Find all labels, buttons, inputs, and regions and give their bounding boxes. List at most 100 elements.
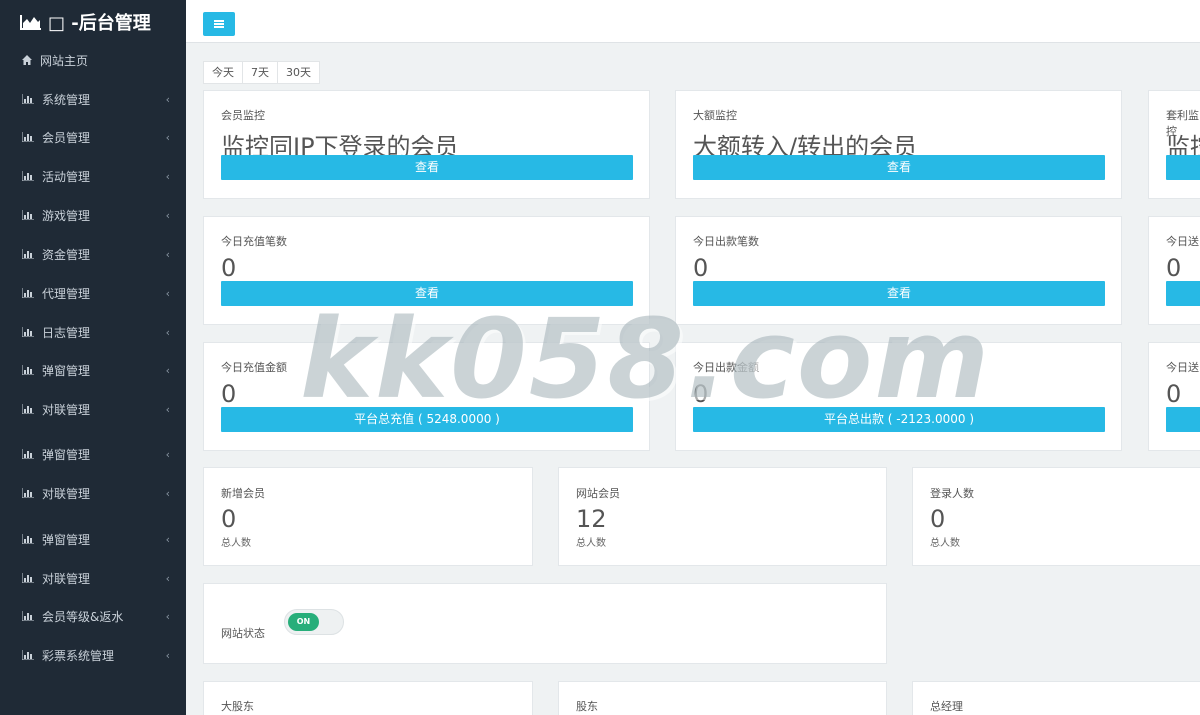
card-value: 0 (1166, 254, 1182, 282)
card-label: 今日出款金额 (693, 361, 759, 374)
sidebar-item-label: 彩票系统管理 (42, 648, 115, 663)
view-button[interactable]: 查看 (693, 281, 1105, 306)
chevron-left-icon: ‹ (165, 609, 170, 623)
view-button[interactable] (1166, 281, 1200, 306)
sidebar-item-system[interactable]: 系统管理 ‹ (0, 80, 186, 118)
view-button[interactable]: 查看 (221, 155, 633, 180)
deposit-count-card: 今日充值笔数 0 查看 (203, 216, 650, 325)
sidebar-item-label: 对联管理 (42, 571, 91, 586)
card-label: 登录人数 (930, 487, 974, 500)
menu-toggle-button[interactable] (203, 12, 235, 36)
gift-amount-card: 今日送 0 (1148, 342, 1200, 451)
sidebar-item-popups-2[interactable]: 弹窗管理 ‹ (0, 435, 186, 473)
view-button[interactable]: 查看 (221, 281, 633, 306)
chevron-left-icon: ‹ (165, 486, 170, 500)
site-status-card: 网站状态 ON (203, 583, 887, 664)
chevron-left-icon: ‹ (165, 648, 170, 662)
bar-chart-icon (22, 249, 34, 259)
brand[interactable]: □ -后台管理 (0, 0, 186, 44)
view-button[interactable] (1166, 407, 1200, 432)
sidebar-item-couplets-3[interactable]: 对联管理 ‹ (0, 559, 186, 597)
sidebar: □ -后台管理 网站主页 系统管理 ‹ 会员管理 ‹ 活动管理 ‹ 游戏管理 ‹… (0, 0, 186, 715)
view-button[interactable]: 查看 (693, 155, 1105, 180)
deposit-amount-card: 今日充值金额 0 平台总充值 ( 5248.0000 ) (203, 342, 650, 451)
sidebar-item-logs[interactable]: 日志管理 ‹ (0, 313, 186, 351)
site-status-toggle[interactable]: ON (284, 609, 344, 635)
large-amount-monitor-card: 大额监控 大额转入/转出的会员 查看 (675, 90, 1122, 199)
topbar (186, 0, 1200, 43)
chevron-left-icon: ‹ (165, 286, 170, 300)
card-value: 0 (693, 380, 709, 408)
chevron-left-icon: ‹ (165, 247, 170, 261)
sidebar-item-games[interactable]: 游戏管理 ‹ (0, 196, 186, 234)
card-label: 股东 (576, 700, 598, 713)
bar-chart-icon (22, 132, 34, 142)
card-label: 网站状态 (221, 627, 265, 640)
sidebar-item-funds[interactable]: 资金管理 ‹ (0, 235, 186, 273)
sidebar-item-label: 资金管理 (42, 247, 91, 262)
sidebar-item-label: 对联管理 (42, 486, 91, 501)
shareholder-card: 股东 (558, 681, 887, 715)
card-label: 今日送 (1166, 361, 1199, 374)
card-label: 会员监控 (221, 109, 265, 122)
sidebar-item-couplets-2[interactable]: 对联管理 ‹ (0, 474, 186, 512)
bar-chart-icon (22, 288, 34, 298)
sidebar-item-label: 会员管理 (42, 130, 91, 145)
sidebar-item-label: 弹窗管理 (42, 363, 91, 378)
brand-title: □ -后台管理 (48, 13, 151, 34)
card-value: 0 (221, 254, 237, 282)
chevron-left-icon: ‹ (165, 130, 170, 144)
sidebar-item-agents[interactable]: 代理管理 ‹ (0, 274, 186, 312)
sidebar-item-lottery[interactable]: 彩票系统管理 ‹ (0, 636, 186, 674)
home-icon (22, 55, 32, 65)
sidebar-item-members[interactable]: 会员管理 ‹ (0, 118, 186, 156)
total-deposit-button[interactable]: 平台总充值 ( 5248.0000 ) (221, 407, 633, 432)
card-sub: 总人数 (576, 538, 606, 549)
bar-chart-icon (22, 210, 34, 220)
gift-count-card: 今日送 0 (1148, 216, 1200, 325)
card-label: 总经理 (930, 700, 963, 713)
bar-chart-icon (22, 488, 34, 498)
card-value: 0 (1166, 380, 1182, 408)
chevron-left-icon: ‹ (165, 363, 170, 377)
bar-chart-icon (22, 365, 34, 375)
sidebar-item-label: 弹窗管理 (42, 532, 91, 547)
sidebar-item-member-levels[interactable]: 会员等级&返水 ‹ (0, 597, 186, 635)
bar-chart-icon (22, 449, 34, 459)
sidebar-item-activities[interactable]: 活动管理 ‹ (0, 157, 186, 195)
chevron-left-icon: ‹ (165, 402, 170, 416)
sidebar-item-couplets[interactable]: 对联管理 ‹ (0, 390, 186, 428)
sidebar-item-popups[interactable]: 弹窗管理 ‹ (0, 351, 186, 389)
sidebar-item-home[interactable]: 网站主页 (0, 41, 186, 79)
card-sub: 总人数 (930, 538, 960, 549)
general-manager-card: 总经理 (912, 681, 1200, 715)
total-withdraw-button[interactable]: 平台总出款 ( -2123.0000 ) (693, 407, 1105, 432)
hamburger-icon (214, 20, 224, 28)
site-members-card: 网站会员 12 总人数 (558, 467, 887, 566)
chevron-left-icon: ‹ (165, 571, 170, 585)
member-monitor-card: 会员监控 监控同IP下登录的会员 查看 (203, 90, 650, 199)
chevron-left-icon: ‹ (165, 532, 170, 546)
tab-30-days[interactable]: 30天 (278, 62, 319, 83)
chevron-left-icon: ‹ (165, 208, 170, 222)
sidebar-item-label: 会员等级&返水 (42, 609, 124, 624)
major-shareholder-card: 大股东 (203, 681, 533, 715)
bar-chart-icon (22, 94, 34, 104)
date-range-tabs: 今天 7天 30天 (203, 61, 320, 84)
withdraw-amount-card: 今日出款金额 0 平台总出款 ( -2123.0000 ) (675, 342, 1122, 451)
bar-chart-icon (22, 534, 34, 544)
chevron-left-icon: ‹ (165, 169, 170, 183)
bar-chart-icon (22, 404, 34, 414)
sidebar-item-label: 对联管理 (42, 402, 91, 417)
sidebar-item-label: 日志管理 (42, 325, 91, 340)
card-label: 今日充值金额 (221, 361, 287, 374)
card-value: 0 (221, 380, 237, 408)
tab-today[interactable]: 今天 (204, 62, 243, 83)
sidebar-item-popups-3[interactable]: 弹窗管理 ‹ (0, 520, 186, 558)
card-value: 0 (221, 505, 237, 533)
view-button[interactable] (1166, 155, 1200, 180)
arbitrage-monitor-card: 套利监控 监控 (1148, 90, 1200, 199)
card-label: 今日出款笔数 (693, 235, 759, 248)
card-label: 新增会员 (221, 487, 265, 500)
tab-7-days[interactable]: 7天 (243, 62, 278, 83)
